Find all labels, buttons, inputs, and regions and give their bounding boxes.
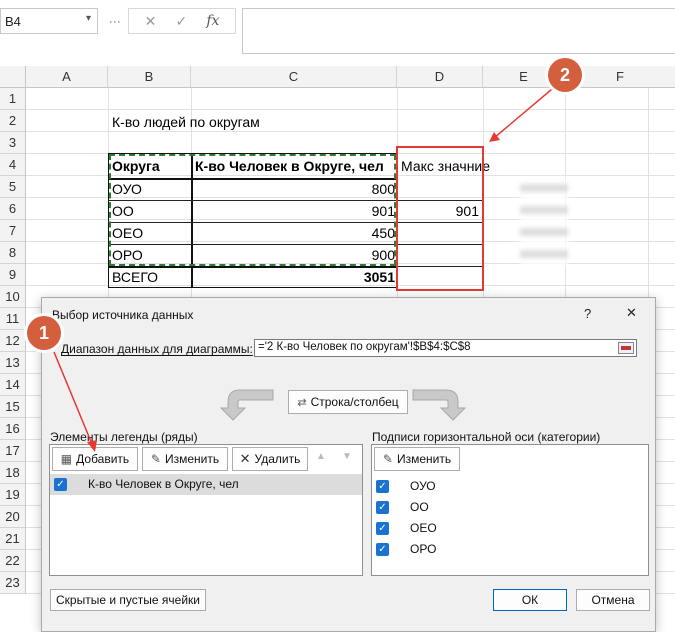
total-value[interactable]: 3051: [195, 269, 395, 285]
category-label: ОУО: [410, 479, 436, 493]
series-list-item[interactable]: ✓ К-во Человек в Округе, чел: [50, 474, 362, 495]
edit-icon: ✎: [150, 452, 161, 466]
hidden-empty-cells-button[interactable]: Скрытые и пустые ячейки: [50, 589, 206, 611]
legend-entries-panel: ▦ Добавить ✎ Изменить ✕ Удалить ▲ ▼ ✓ К-…: [49, 444, 363, 576]
delete-button-label: Удалить: [254, 452, 301, 466]
delete-series-button[interactable]: ✕ Удалить: [232, 447, 308, 471]
category-label: ОО: [410, 500, 429, 514]
select-all-corner[interactable]: [0, 66, 26, 88]
category-checkbox[interactable]: ✓: [376, 480, 389, 493]
column-header-b[interactable]: B: [108, 66, 191, 88]
switch-row-column-button[interactable]: ⇄ Строка/столбец: [288, 390, 408, 414]
highlight-box: [396, 146, 484, 291]
row-header-21[interactable]: 21: [0, 528, 26, 550]
row-header-2[interactable]: 2: [0, 110, 26, 132]
cancel-button[interactable]: Отмена: [576, 589, 650, 611]
switch-right-arrow-icon: [412, 389, 467, 421]
help-button[interactable]: ?: [584, 306, 591, 321]
cancel-icon[interactable]: ✕: [145, 13, 157, 30]
edit-button-label: Изменить: [164, 452, 220, 466]
axis-section-label: Подписи горизонтальной оси (категории): [372, 430, 601, 444]
move-down-icon[interactable]: ▼: [342, 451, 352, 462]
column-header-c[interactable]: C: [191, 66, 397, 88]
more-icon: ⋮: [108, 16, 122, 27]
sheet-title[interactable]: К-во людей по округам: [112, 114, 260, 130]
row-header-13[interactable]: 13: [0, 352, 26, 374]
row-header-3[interactable]: 3: [0, 132, 26, 154]
row-header-5[interactable]: 5: [0, 176, 26, 198]
callout-arrow-1: [53, 351, 97, 452]
select-data-source-dialog: Выбор источника данных ? ✕ Диапазон данн…: [41, 297, 656, 632]
fx-icon[interactable]: fx: [206, 13, 219, 29]
row-header-7[interactable]: 7: [0, 220, 26, 242]
category-checkbox[interactable]: ✓: [376, 501, 389, 514]
range-input[interactable]: ='2 К-во Человек по округам'!$B$4:$C$8: [254, 339, 637, 357]
category-label: ОЕО: [410, 521, 437, 535]
ok-button[interactable]: ОК: [493, 589, 567, 611]
row-header-17[interactable]: 17: [0, 440, 26, 462]
edit-series-button[interactable]: ✎ Изменить: [142, 447, 228, 471]
formula-bar: B4 ▾ ⋮ ✕ ✓ fx: [0, 0, 675, 62]
copy-selection-outline: [109, 154, 396, 266]
name-box[interactable]: B4 ▾: [0, 8, 98, 34]
close-icon[interactable]: ✕: [626, 305, 637, 321]
switch-left-arrow-icon: [219, 389, 274, 421]
chevron-down-icon[interactable]: ▾: [86, 13, 91, 24]
row-header-22[interactable]: 22: [0, 550, 26, 572]
total-label[interactable]: ВСЕГО: [112, 269, 158, 285]
category-list-item[interactable]: ✓ ОЕО: [372, 519, 648, 539]
row-header-16[interactable]: 16: [0, 418, 26, 440]
ok-button-label: ОК: [521, 593, 539, 607]
row-header-10[interactable]: 10: [0, 286, 26, 308]
category-list-item[interactable]: ✓ ОУО: [372, 477, 648, 497]
range-value: ='2 К-во Человек по округам'!$B$4:$C$8: [258, 341, 471, 353]
row-header-15[interactable]: 15: [0, 396, 26, 418]
dialog-title: Выбор источника данных: [52, 308, 194, 322]
move-up-icon[interactable]: ▲: [316, 451, 326, 462]
row-header-14[interactable]: 14: [0, 374, 26, 396]
axis-edit-button-label: Изменить: [396, 452, 452, 466]
category-checkbox[interactable]: ✓: [376, 522, 389, 535]
table-hline: [108, 266, 398, 268]
switch-button-label: Строка/столбец: [310, 395, 399, 409]
row-header-4[interactable]: 4: [0, 154, 26, 176]
confirm-icon[interactable]: ✓: [175, 13, 187, 30]
row-header-6[interactable]: 6: [0, 198, 26, 220]
category-checkbox[interactable]: ✓: [376, 543, 389, 556]
row-header-9[interactable]: 9: [0, 264, 26, 286]
category-list-item[interactable]: ✓ ОО: [372, 498, 648, 518]
axis-labels-panel: ✎ Изменить ✓ ОУО ✓ ОО ✓ ОЕО ✓ ОРО: [371, 444, 649, 576]
row-header-1[interactable]: 1: [0, 88, 26, 110]
edit-axis-button[interactable]: ✎ Изменить: [374, 447, 460, 471]
column-header-a[interactable]: A: [26, 66, 108, 88]
series-checkbox[interactable]: ✓: [54, 478, 67, 491]
formula-input[interactable]: [242, 8, 675, 54]
switch-icon: ⇄: [297, 396, 307, 409]
blurred-content: [520, 178, 568, 266]
formula-buttons: ✕ ✓ fx: [128, 8, 236, 34]
row-header-12[interactable]: 12: [0, 330, 26, 352]
callout-marker-1: 1: [27, 316, 61, 350]
delete-icon: ✕: [239, 451, 251, 466]
column-header-d[interactable]: D: [397, 66, 483, 88]
row-header-11[interactable]: 11: [0, 308, 26, 330]
series-name: К-во Человек в Округе, чел: [88, 477, 239, 491]
cancel-button-label: Отмена: [591, 593, 635, 607]
row-header-8[interactable]: 8: [0, 242, 26, 264]
category-list-item[interactable]: ✓ ОРО: [372, 540, 648, 560]
row-header-19[interactable]: 19: [0, 484, 26, 506]
row-header-20[interactable]: 20: [0, 506, 26, 528]
row-header-23[interactable]: 23: [0, 572, 26, 594]
callout-marker-2: 2: [548, 58, 582, 92]
category-label: ОРО: [410, 542, 437, 556]
collapse-dialog-icon[interactable]: [618, 342, 634, 354]
hidden-button-label: Скрытые и пустые ячейки: [56, 593, 200, 607]
row-header-18[interactable]: 18: [0, 462, 26, 484]
name-box-value: B4: [5, 14, 21, 29]
edit-icon: ✎: [382, 452, 393, 466]
